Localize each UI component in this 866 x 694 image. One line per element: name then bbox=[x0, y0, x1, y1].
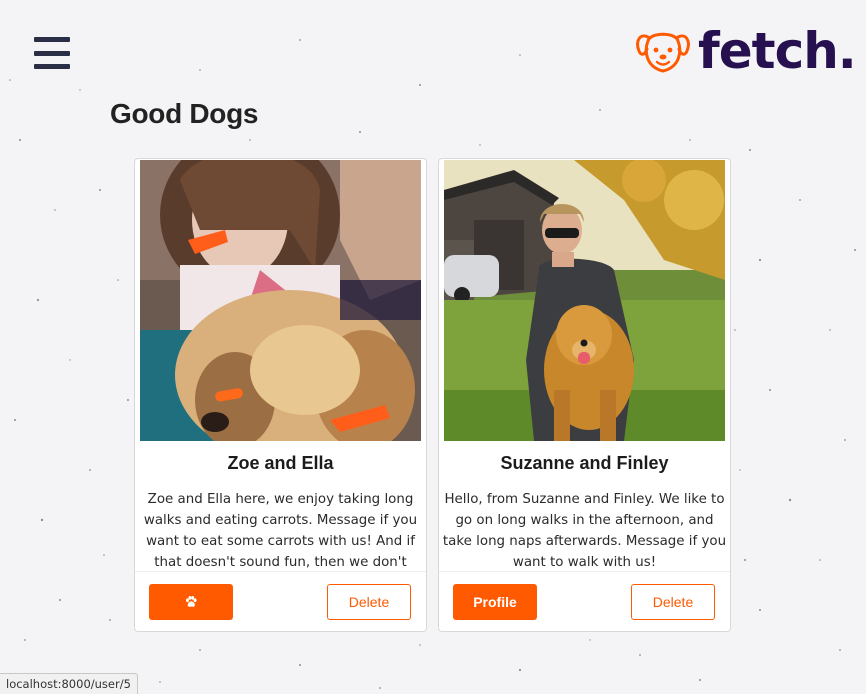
delete-button[interactable]: Delete bbox=[327, 584, 411, 620]
app-logo[interactable]: fetch. bbox=[636, 22, 857, 80]
card-description: Hello, from Suzanne and Finley. We like … bbox=[442, 492, 727, 570]
paw-icon bbox=[186, 596, 197, 607]
menu-bar bbox=[34, 64, 70, 69]
card-title: Zoe and Ella bbox=[227, 453, 334, 473]
paw-button[interactable] bbox=[149, 584, 233, 620]
dog-card: Zoe and Ella Zoe and Ella here, we enjoy… bbox=[134, 158, 427, 632]
dog-card: Suzanne and Finley Hello, from Suzanne a… bbox=[438, 158, 731, 632]
dog-face-icon bbox=[636, 32, 690, 73]
divider bbox=[439, 571, 730, 572]
logo-wordmark: fetch. bbox=[698, 22, 857, 80]
profile-photo bbox=[444, 160, 725, 441]
menu-bar bbox=[34, 50, 70, 56]
status-bar-url: localhost:8000/user/5 bbox=[0, 673, 138, 694]
divider bbox=[135, 571, 426, 572]
card-title: Suzanne and Finley bbox=[500, 453, 669, 473]
hamburger-menu-icon[interactable] bbox=[34, 37, 70, 69]
profile-photo bbox=[140, 160, 421, 441]
page-title: Good Dogs bbox=[110, 98, 259, 129]
delete-button[interactable]: Delete bbox=[631, 584, 715, 620]
menu-bar bbox=[34, 37, 70, 42]
profile-button[interactable]: Profile bbox=[453, 584, 537, 620]
card-description: Zoe and Ella here, we enjoy taking long … bbox=[143, 492, 418, 570]
